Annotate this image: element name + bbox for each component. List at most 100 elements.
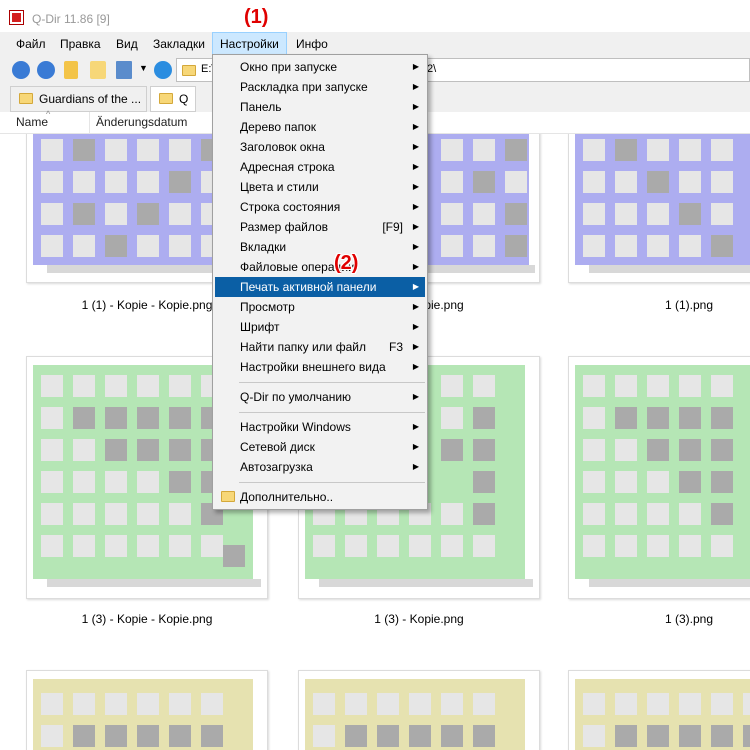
image-preview xyxy=(575,679,750,750)
up-folder-icon[interactable] xyxy=(64,61,78,79)
menu-item-preview[interactable]: Просмотр ▶ xyxy=(215,297,425,317)
submenu-arrow-icon: ▶ xyxy=(412,462,419,471)
file-caption[interactable]: 1 (1).png xyxy=(568,298,750,312)
submenu-arrow-icon: ▶ xyxy=(412,142,419,151)
submenu-arrow-icon: ▶ xyxy=(412,202,419,211)
menu-view[interactable]: Вид xyxy=(109,32,145,56)
menu-item-panel[interactable]: Панель ▶ xyxy=(215,97,425,117)
menu-item-label: Адресная строка xyxy=(240,160,335,174)
annotation-1: (1) xyxy=(244,6,269,28)
submenu-arrow-icon: ▶ xyxy=(412,392,419,401)
column-date[interactable]: Änderungsdatum xyxy=(96,115,187,129)
menu-item-find[interactable]: Найти папку или файл F3 ▶ xyxy=(215,337,425,357)
menu-file[interactable]: Файл xyxy=(9,32,53,56)
menu-item-network-drive[interactable]: Сетевой диск ▶ xyxy=(215,437,425,457)
thumbnail[interactable] xyxy=(298,670,540,750)
menu-item-label: Панель xyxy=(240,100,282,114)
dropdown-arrow-icon[interactable]: ▼ xyxy=(139,63,148,73)
app-icon[interactable] xyxy=(10,11,23,24)
menu-settings[interactable]: Настройки xyxy=(212,32,287,56)
shortcut-label: F3 xyxy=(388,340,403,354)
menu-item-font[interactable]: Шрифт ▶ xyxy=(215,317,425,337)
menu-separator xyxy=(239,412,425,413)
menu-bar: Файл Правка Вид Закладки Настройки Инфо xyxy=(0,32,750,56)
back-icon[interactable] xyxy=(12,61,30,79)
menu-item-label: Шрифт xyxy=(240,320,280,334)
menu-item-address-bar[interactable]: Адресная строка ▶ xyxy=(215,157,425,177)
shortcut-label: [F9] xyxy=(382,220,403,234)
image-preview xyxy=(33,679,253,750)
window-title: Q-Dir 11.86 [9] xyxy=(32,12,110,26)
menu-info[interactable]: Инфо xyxy=(289,32,335,56)
menu-item-label: Окно при запуске xyxy=(240,60,338,74)
column-name[interactable]: Name xyxy=(16,115,48,129)
submenu-arrow-icon: ▶ xyxy=(412,342,419,351)
menu-item-status-bar[interactable]: Строка состояния ▶ xyxy=(215,197,425,217)
menu-item-label: Автозагрузка xyxy=(240,460,313,474)
column-separator[interactable] xyxy=(89,112,90,134)
menu-item-label: Настройки внешнего вида xyxy=(240,360,386,374)
tab-q[interactable]: Q xyxy=(150,86,196,112)
menu-item-label: Вкладки xyxy=(240,240,287,254)
menu-separator xyxy=(239,382,425,383)
menu-item-default[interactable]: Q-Dir по умолчанию ▶ xyxy=(215,387,425,407)
menu-item-startup-window[interactable]: Окно при запуске ▶ xyxy=(215,57,425,77)
menu-bookmarks[interactable]: Закладки xyxy=(146,32,212,56)
submenu-arrow-icon: ▶ xyxy=(412,122,419,131)
title-bar: Q-Dir 11.86 [9] xyxy=(0,0,750,30)
submenu-arrow-icon: ▶ xyxy=(412,82,419,91)
menu-item-tabs[interactable]: Вкладки ▶ xyxy=(215,237,425,257)
submenu-arrow-icon: ▶ xyxy=(412,222,419,231)
menu-item-windows-settings[interactable]: Настройки Windows ▶ xyxy=(215,417,425,437)
menu-item-label: Дерево папок xyxy=(240,120,316,134)
submenu-arrow-icon: ▶ xyxy=(412,442,419,451)
new-folder-icon[interactable] xyxy=(90,61,106,79)
thumbnail[interactable] xyxy=(568,356,750,599)
menu-edit[interactable]: Правка xyxy=(53,32,108,56)
refresh-icon[interactable] xyxy=(154,61,172,79)
image-preview xyxy=(575,365,750,587)
menu-item-startup-layout[interactable]: Раскладка при запуске ▶ xyxy=(215,77,425,97)
submenu-arrow-icon: ▶ xyxy=(412,262,419,271)
menu-item-label: Настройки Windows xyxy=(240,420,351,434)
submenu-arrow-icon: ▶ xyxy=(412,182,419,191)
menu-item-colors-styles[interactable]: Цвета и стили ▶ xyxy=(215,177,425,197)
menu-item-label: Цвета и стили xyxy=(240,180,319,194)
tab-label: Q xyxy=(179,92,189,106)
file-caption[interactable]: 1 (3) - Kopie.png xyxy=(298,612,540,626)
menu-item-folder-tree[interactable]: Дерево папок ▶ xyxy=(215,117,425,137)
tab-guardians[interactable]: Guardians of the ... xyxy=(10,86,147,112)
thumbnail[interactable] xyxy=(568,670,750,750)
submenu-arrow-icon: ▶ xyxy=(412,322,419,331)
file-caption[interactable]: 1 (3) - Kopie - Kopie.png xyxy=(26,612,268,626)
submenu-arrow-icon: ▶ xyxy=(412,422,419,431)
menu-item-label: Просмотр xyxy=(240,300,295,314)
menu-item-label: Размер файлов xyxy=(240,220,329,234)
submenu-arrow-icon: ▶ xyxy=(412,282,419,291)
file-caption[interactable]: 1 (3).png xyxy=(568,612,750,626)
view-mode-icon[interactable] xyxy=(116,61,132,79)
folder-icon xyxy=(19,93,33,104)
folder-icon xyxy=(182,65,196,76)
thumbnail[interactable] xyxy=(26,670,268,750)
annotation-2: (2) xyxy=(334,252,359,274)
submenu-arrow-icon: ▶ xyxy=(412,242,419,251)
submenu-arrow-icon: ▶ xyxy=(412,62,419,71)
menu-item-print-active-panel[interactable]: Печать активной панели ▶ xyxy=(215,277,425,297)
menu-item-appearance[interactable]: Настройки внешнего вида ▶ xyxy=(215,357,425,377)
menu-item-label: Дополнительно.. xyxy=(240,490,334,504)
menu-item-window-title[interactable]: Заголовок окна ▶ xyxy=(215,137,425,157)
folder-icon xyxy=(221,491,235,502)
menu-item-label: Заголовок окна xyxy=(240,140,325,154)
forward-icon[interactable] xyxy=(37,61,55,79)
menu-item-file-operations[interactable]: Файловые операции ▶ xyxy=(215,257,425,277)
thumbnail[interactable] xyxy=(568,134,750,283)
image-preview xyxy=(305,679,525,750)
image-preview xyxy=(575,134,750,273)
submenu-arrow-icon: ▶ xyxy=(412,362,419,371)
menu-item-more[interactable]: Дополнительно.. xyxy=(215,487,425,507)
menu-item-autostart[interactable]: Автозагрузка ▶ xyxy=(215,457,425,477)
tab-label: Guardians of the ... xyxy=(39,92,142,106)
submenu-arrow-icon: ▶ xyxy=(412,302,419,311)
menu-item-file-size[interactable]: Размер файлов [F9] ▶ xyxy=(215,217,425,237)
